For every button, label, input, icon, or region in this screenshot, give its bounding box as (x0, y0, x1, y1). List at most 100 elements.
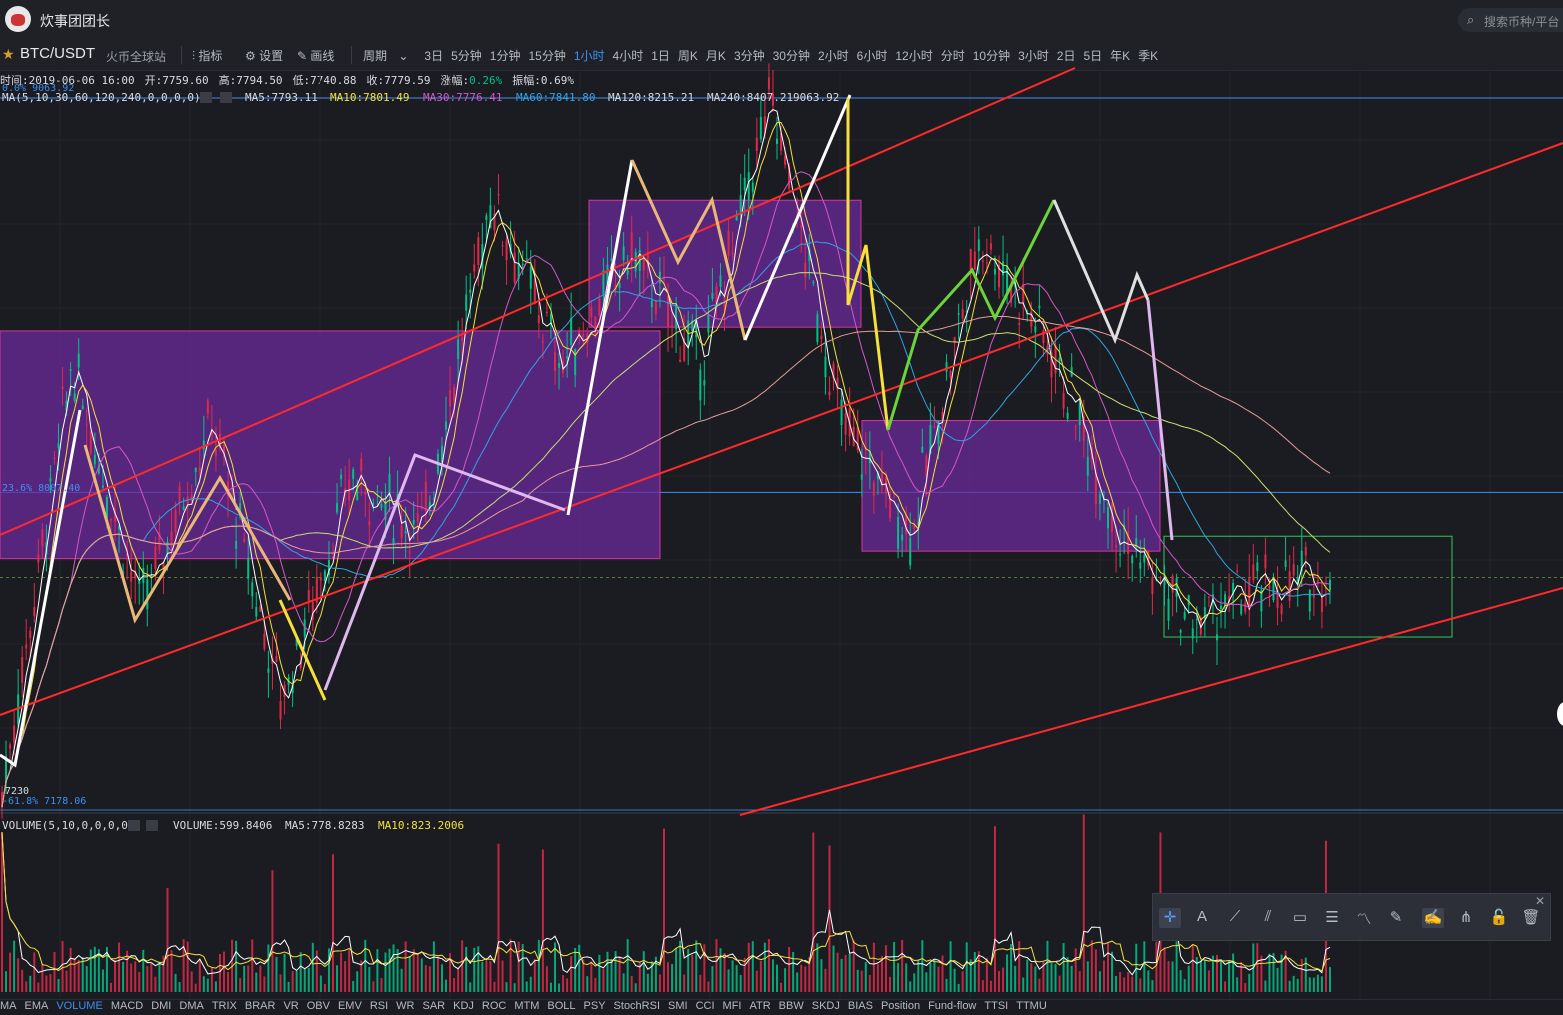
magnet-icon[interactable]: ⋔ (1455, 908, 1477, 928)
candle-body (541, 341, 544, 343)
indicator-tab[interactable]: MTM (514, 1000, 539, 1012)
volume-bar (311, 942, 314, 992)
indicator-tab[interactable]: TTMU (1016, 1000, 1047, 1012)
candle-body (263, 633, 266, 649)
indicator-tab[interactable]: KDJ (453, 1000, 474, 1012)
volume-bar (73, 958, 76, 992)
candle-body (1058, 357, 1061, 362)
indicator-tab[interactable]: StochRSI (614, 1000, 660, 1012)
candle-body (1220, 605, 1223, 610)
indicator-tab[interactable]: ATR (749, 1000, 770, 1012)
indicator-tab[interactable]: BBW (779, 1000, 804, 1012)
candle-body (671, 325, 674, 328)
candle-body (41, 529, 44, 547)
candle-body (820, 335, 823, 340)
volume-bar (1232, 953, 1235, 992)
indicator-tab[interactable]: EMV (338, 1000, 362, 1012)
candle-body (981, 260, 984, 262)
wave-drawing (1052, 199, 1150, 345)
volume-bar (739, 975, 742, 992)
indicator-tab[interactable]: SKDJ (812, 1000, 840, 1012)
volume-bar (1320, 976, 1323, 992)
volume-ma10-line (1, 832, 1331, 972)
indicator-tab[interactable]: DMA (179, 1000, 203, 1012)
segment-tool-icon[interactable]: ⟋ (1224, 908, 1246, 928)
indicator-tab[interactable]: BIAS (848, 1000, 873, 1012)
indicator-tab[interactable]: Position (881, 1000, 920, 1012)
volume-bar (481, 961, 484, 992)
wave-drawing (886, 199, 1056, 431)
indicator-tab[interactable]: SMI (668, 1000, 688, 1012)
candle-body (1034, 326, 1037, 333)
indicator-tab[interactable]: WR (396, 1000, 414, 1012)
drawing-toolbar: ✕ ✛ A ⟋ ⫽ ▭ ☰ 〽 ✎ ✍ ⋔ 🔓 🗑 (1152, 893, 1551, 941)
volume-bar (303, 968, 306, 992)
lock-icon[interactable]: 🔓 (1488, 908, 1510, 928)
indicator-tab[interactable]: VR (283, 1000, 298, 1012)
continuous-draw-icon[interactable]: ✍ (1422, 908, 1444, 928)
indicator-tab[interactable]: Fund-flow (928, 1000, 976, 1012)
indicator-tab[interactable]: TTSI (984, 1000, 1008, 1012)
chart-area[interactable]: MA(5,10,30,60,120,240,0,0,0,0) MA5:7793.1… (0, 0, 1563, 999)
indicator-tab[interactable]: MACD (111, 1000, 143, 1012)
indicator-tab[interactable]: SAR (422, 1000, 445, 1012)
volume-bar (828, 845, 831, 992)
crosshair-icon[interactable]: ✛ (1159, 908, 1181, 928)
trash-icon[interactable]: 🗑 (1520, 908, 1542, 928)
fibonacci-icon[interactable]: ☰ (1321, 908, 1343, 928)
volume-bar (897, 963, 900, 992)
indicator-tab[interactable]: EMA (25, 1000, 49, 1012)
volume-bar (905, 963, 908, 992)
candle-body (154, 546, 157, 569)
candle-body (767, 77, 770, 90)
indicator-tab[interactable]: PSY (584, 1000, 606, 1012)
volume-bar (884, 945, 887, 992)
volume-bar (440, 964, 443, 992)
volume-bar (1183, 979, 1186, 992)
rectangle-icon[interactable]: ▭ (1289, 908, 1311, 928)
indicator-tab[interactable]: ROC (482, 1000, 506, 1012)
volume-bar (558, 983, 561, 992)
candle-body (1329, 579, 1331, 591)
candle-body (650, 300, 653, 308)
indicator-tab[interactable]: BRAR (245, 1000, 276, 1012)
ma5-label: MA5:7793.11 (245, 91, 318, 104)
volume-bar (1, 832, 3, 992)
indicator-tab[interactable]: DMI (151, 1000, 171, 1012)
text-tool-icon[interactable]: A (1191, 908, 1213, 928)
volume-bar (743, 957, 746, 992)
candle-body (707, 314, 710, 333)
volume-bar (428, 966, 431, 992)
volume-bar (307, 967, 310, 992)
indicator-tab[interactable]: OBV (307, 1000, 330, 1012)
volume-bar (57, 978, 60, 992)
volume-bar (368, 966, 371, 992)
indicator-tab[interactable]: BOLL (547, 1000, 575, 1012)
close-icon[interactable]: ✕ (1535, 894, 1545, 908)
volume-bar (1135, 943, 1138, 992)
candle-body (582, 334, 585, 338)
volume-bar (1256, 943, 1259, 992)
candle-body (654, 300, 657, 314)
volume-bar (1292, 975, 1295, 992)
volume-bar (727, 969, 730, 992)
ma120-label: MA120:8215.21 (608, 91, 694, 104)
wave-icon[interactable]: 〽 (1353, 908, 1375, 928)
volume-bar (13, 940, 16, 992)
candle-body (1191, 628, 1194, 639)
candle-body (872, 482, 875, 496)
indicator-tab[interactable]: RSI (370, 1000, 388, 1012)
candle-body (1062, 393, 1065, 409)
parallel-channel-icon[interactable]: ⫽ (1257, 908, 1279, 928)
indicator-tab[interactable]: MFI (723, 1000, 742, 1012)
volume-bar (146, 966, 149, 992)
candle-body (174, 510, 177, 533)
candle-body (376, 490, 379, 492)
indicator-tab[interactable]: MA (0, 1000, 17, 1012)
indicator-tab[interactable]: CCI (696, 1000, 715, 1012)
volume-bar (489, 961, 492, 992)
brush-icon[interactable]: ✎ (1385, 908, 1407, 928)
candle-body (388, 473, 391, 494)
indicator-tab[interactable]: TRIX (212, 1000, 237, 1012)
indicator-tab[interactable]: VOLUME (56, 1000, 102, 1012)
